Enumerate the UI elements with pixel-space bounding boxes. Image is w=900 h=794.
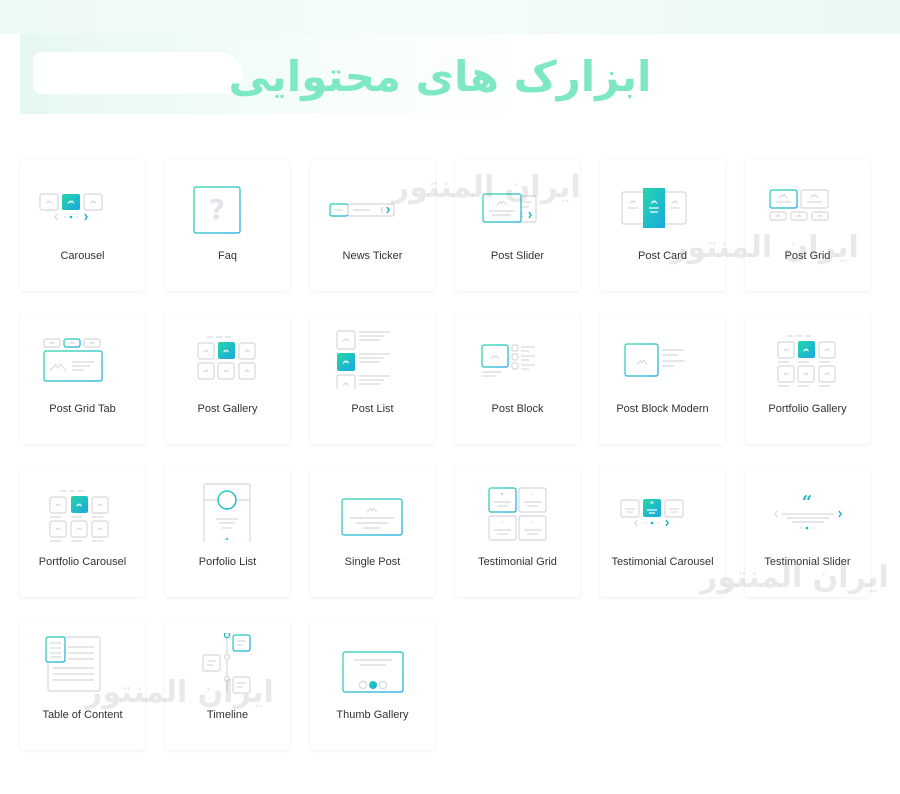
widget-label: Post Grid Tab bbox=[49, 403, 116, 415]
svg-text:“: “ bbox=[501, 522, 503, 528]
post-gallery-icon bbox=[165, 327, 290, 389]
widget-label: Post Card bbox=[638, 250, 687, 262]
carousel-icon bbox=[20, 174, 145, 236]
portfolio-list-icon bbox=[165, 480, 290, 542]
widget-label: Carousel bbox=[60, 250, 105, 262]
widget-card-thumb-gallery[interactable]: Thumb Gallery bbox=[310, 619, 435, 750]
widget-label: Table of Content bbox=[42, 709, 123, 721]
widget-card-carousel[interactable]: Carousel bbox=[20, 160, 145, 291]
widget-label: News Ticker bbox=[342, 250, 403, 262]
widget-label: Testimonial Slider bbox=[764, 556, 851, 568]
widget-card-portfolio-list[interactable]: Porfolio List bbox=[165, 466, 290, 597]
widget-card-post-slider[interactable]: Post Slider bbox=[455, 160, 580, 291]
page-title: ابزارک های محتوایی bbox=[228, 52, 652, 101]
widget-label: Post Slider bbox=[490, 250, 545, 262]
timeline-icon bbox=[165, 633, 290, 695]
widget-card-post-grid[interactable]: Post Grid bbox=[745, 160, 870, 291]
post-list-icon bbox=[310, 327, 435, 389]
table-of-content-icon bbox=[20, 633, 145, 695]
widget-card-table-of-content[interactable]: Table of Content bbox=[20, 619, 145, 750]
svg-text:“: “ bbox=[802, 492, 812, 513]
widget-label: Post Block bbox=[491, 403, 544, 415]
post-block-icon bbox=[455, 327, 580, 389]
testimonial-carousel-icon: “ bbox=[600, 480, 725, 542]
widget-card-news-ticker[interactable]: News Ticker bbox=[310, 160, 435, 291]
widget-card-post-card[interactable]: Post Card bbox=[600, 160, 725, 291]
widget-card-portfolio-carousel[interactable]: Portfolio Carousel bbox=[20, 466, 145, 597]
svg-text:“: “ bbox=[531, 494, 533, 500]
widget-label: Testimonial Carousel bbox=[611, 556, 714, 568]
widget-card-testimonial-slider[interactable]: “ Testimonial Slider bbox=[745, 466, 870, 597]
widget-card-timeline[interactable]: Timeline bbox=[165, 619, 290, 750]
news-ticker-icon bbox=[310, 174, 435, 236]
post-block-modern-icon bbox=[600, 327, 725, 389]
testimonial-slider-icon: “ bbox=[745, 480, 870, 542]
widget-label: Post Block Modern bbox=[616, 403, 709, 415]
faq-icon: ? bbox=[165, 174, 290, 236]
svg-text:“: “ bbox=[650, 500, 654, 509]
widget-card-post-grid-tab[interactable]: Post Grid Tab bbox=[20, 313, 145, 444]
widget-label: Single Post bbox=[344, 556, 401, 568]
widget-card-testimonial-carousel[interactable]: “ Testimonial Carousel bbox=[600, 466, 725, 597]
testimonial-grid-icon: ““““ bbox=[455, 480, 580, 542]
widget-card-faq[interactable]: ? Faq bbox=[165, 160, 290, 291]
widget-label: Testimonial Grid bbox=[478, 556, 557, 568]
widget-label: Post List bbox=[351, 403, 394, 415]
widget-card-post-gallery[interactable]: Post Gallery bbox=[165, 313, 290, 444]
widget-card-post-block[interactable]: Post Block bbox=[455, 313, 580, 444]
widget-card-post-block-modern[interactable]: Post Block Modern bbox=[600, 313, 725, 444]
thumb-gallery-icon bbox=[310, 633, 435, 695]
svg-text:“: “ bbox=[531, 522, 533, 528]
widget-label: Thumb Gallery bbox=[336, 709, 409, 721]
widget-label: Faq bbox=[218, 250, 237, 262]
widget-label: Portfolio Gallery bbox=[768, 403, 847, 415]
widget-card-single-post[interactable]: Single Post bbox=[310, 466, 435, 597]
post-slider-icon bbox=[455, 174, 580, 236]
portfolio-carousel-icon bbox=[20, 480, 145, 542]
widget-card-portfolio-gallery[interactable]: Portfolio Gallery bbox=[745, 313, 870, 444]
svg-text:?: ? bbox=[209, 193, 225, 226]
widget-card-testimonial-grid[interactable]: ““““Testimonial Grid bbox=[455, 466, 580, 597]
widget-label: Porfolio List bbox=[198, 556, 257, 568]
widget-label: Post Gallery bbox=[197, 403, 258, 415]
widget-card-post-list[interactable]: Post List bbox=[310, 313, 435, 444]
post-card-icon bbox=[600, 174, 725, 236]
widget-label: Timeline bbox=[206, 709, 249, 721]
top-banner-band bbox=[0, 0, 900, 34]
portfolio-gallery-icon bbox=[745, 327, 870, 389]
post-grid-icon bbox=[745, 174, 870, 236]
single-post-icon bbox=[310, 480, 435, 542]
widget-label: Portfolio Carousel bbox=[38, 556, 127, 568]
widget-label: Post Grid bbox=[784, 250, 831, 262]
post-grid-tab-icon bbox=[20, 327, 145, 389]
